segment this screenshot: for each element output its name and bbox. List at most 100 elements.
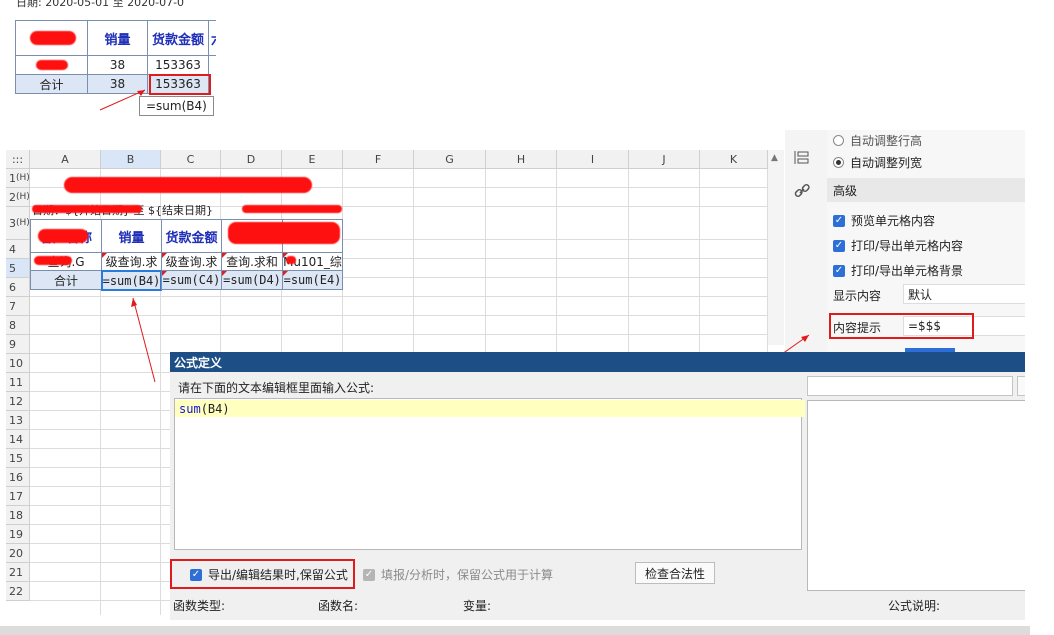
radio-label: 自动调整列宽 bbox=[850, 156, 923, 170]
cell-marker bbox=[102, 253, 107, 258]
col-header-k[interactable]: K bbox=[700, 150, 768, 169]
col-header-d[interactable]: D bbox=[221, 150, 282, 169]
row-number: 7 bbox=[9, 299, 16, 313]
row-header-19[interactable]: 19 bbox=[6, 525, 30, 544]
row-header-3[interactable]: 3 (H) bbox=[6, 207, 30, 240]
row-header-13[interactable]: 13 bbox=[6, 411, 30, 430]
formula-editor[interactable]: sum (B4) bbox=[174, 398, 805, 550]
header-cell-c3[interactable]: 货款金额 bbox=[161, 219, 222, 253]
function-search-input[interactable] bbox=[807, 376, 1013, 396]
layout-icon[interactable] bbox=[793, 150, 811, 166]
radio-auto-row-height[interactable]: 自动调整行高 bbox=[833, 132, 922, 149]
preview-header-cut: 六 bbox=[208, 20, 216, 56]
row-header-11[interactable]: 11 bbox=[6, 373, 30, 392]
preview-header-sales: 销量 bbox=[87, 20, 148, 56]
redaction-mark bbox=[30, 31, 76, 45]
redaction-mark bbox=[36, 60, 68, 70]
redaction-mark bbox=[242, 205, 342, 213]
col-header-c[interactable]: C bbox=[161, 150, 221, 169]
col-header-f[interactable]: F bbox=[343, 150, 414, 169]
link-icon[interactable] bbox=[793, 182, 811, 200]
row-marker: (H) bbox=[16, 173, 30, 183]
col-header-a[interactable]: A bbox=[30, 150, 101, 169]
cell-e5[interactable]: =sum(E4) bbox=[282, 270, 343, 290]
header-cell-b3[interactable]: 销量 bbox=[101, 219, 162, 253]
row-header-18[interactable]: 18 bbox=[6, 506, 30, 525]
row-number: 14 bbox=[9, 432, 23, 446]
section-advanced[interactable]: 高级 bbox=[827, 178, 1030, 202]
row-number: 6 bbox=[9, 280, 16, 294]
row-header-7[interactable]: 7 bbox=[6, 297, 30, 316]
cell-marker bbox=[162, 253, 167, 258]
cell-a5[interactable]: 合计 bbox=[30, 270, 102, 290]
preview-date-line: 日期: 2020-05-01 至 2020-07-0 bbox=[16, 0, 185, 9]
redaction-mark bbox=[34, 256, 72, 265]
checkbox-label: 打印/导出单元格内容 bbox=[851, 239, 964, 253]
checkbox-print-content[interactable]: ✓ 打印/导出单元格内容 bbox=[833, 237, 963, 254]
row-number: 11 bbox=[9, 375, 23, 389]
cell-marker bbox=[222, 271, 227, 276]
annotation-arrow-1 bbox=[99, 89, 146, 111]
row-header-8[interactable]: 8 bbox=[6, 316, 30, 335]
cell-c4[interactable]: 级查询.求 bbox=[161, 252, 222, 271]
row-header-21[interactable]: 21 bbox=[6, 563, 30, 582]
row-header-16[interactable]: 16 bbox=[6, 468, 30, 487]
cell-b5-active[interactable]: =sum(B4) bbox=[101, 270, 162, 291]
row-number: 15 bbox=[9, 451, 23, 465]
col-header-i[interactable]: I bbox=[557, 150, 629, 169]
radio-indicator[interactable] bbox=[833, 157, 844, 168]
row-header-15[interactable]: 15 bbox=[6, 449, 30, 468]
col-header-b[interactable]: B bbox=[101, 150, 161, 169]
col-header-g[interactable]: G bbox=[414, 150, 486, 169]
formula-line[interactable]: sum (B4) bbox=[175, 400, 805, 417]
footer-formula-desc: 公式说明: bbox=[888, 599, 941, 613]
radio-indicator[interactable] bbox=[833, 135, 844, 146]
cell-c5[interactable]: =sum(C4) bbox=[161, 270, 222, 290]
radio-auto-col-width[interactable]: 自动调整列宽 bbox=[833, 154, 922, 171]
row-number: 8 bbox=[9, 318, 16, 332]
sheet-scrollbar[interactable]: ▲ bbox=[768, 150, 784, 345]
row-header-2[interactable]: 2 (H) bbox=[6, 188, 30, 207]
annotation-arrow-2 bbox=[131, 297, 156, 383]
row-number: 3 bbox=[9, 216, 16, 230]
checkbox-preview-content[interactable]: ✓ 预览单元格内容 bbox=[833, 212, 935, 229]
row-number: 16 bbox=[9, 470, 23, 484]
function-preview-area[interactable] bbox=[807, 400, 1025, 591]
row-header-6[interactable]: 6 bbox=[6, 278, 30, 297]
row-number: 13 bbox=[9, 413, 23, 427]
row-header-12[interactable]: 12 bbox=[6, 392, 30, 411]
row-header-20[interactable]: 20 bbox=[6, 544, 30, 563]
display-content-select[interactable]: 默认 bbox=[903, 284, 1030, 304]
row-header-5[interactable]: 5 bbox=[6, 259, 30, 278]
col-header-h[interactable]: H bbox=[486, 150, 557, 169]
cell-b4[interactable]: 级查询.求 bbox=[101, 252, 162, 271]
preview-header-customer bbox=[15, 20, 88, 56]
row-number: 10 bbox=[9, 356, 23, 370]
row-header-1[interactable]: 1 (H) bbox=[6, 169, 30, 188]
row-header-10[interactable]: 10 bbox=[6, 354, 30, 373]
row-number: 18 bbox=[9, 508, 23, 522]
checkbox-label: 打印/导出单元格背景 bbox=[851, 264, 964, 278]
panel-toolbar bbox=[785, 130, 827, 352]
search-button[interactable] bbox=[1017, 376, 1025, 396]
row-header-9[interactable]: 9 bbox=[6, 335, 30, 354]
row-header-4[interactable]: 4 bbox=[6, 240, 30, 259]
cell-d5[interactable]: =sum(D4) bbox=[221, 270, 283, 290]
row-header-14[interactable]: 14 bbox=[6, 430, 30, 449]
row-header-17[interactable]: 17 bbox=[6, 487, 30, 506]
row-header-22[interactable]: 22 bbox=[6, 582, 30, 601]
check-icon[interactable]: ✓ bbox=[833, 239, 845, 252]
check-icon[interactable]: ✓ bbox=[833, 264, 845, 277]
col-header-e[interactable]: E bbox=[282, 150, 343, 169]
grid-corner[interactable]: ::: bbox=[6, 150, 30, 169]
col-header-j[interactable]: J bbox=[629, 150, 700, 169]
row-number: 5 bbox=[9, 261, 16, 275]
cell-marker bbox=[283, 271, 288, 276]
scroll-up-icon[interactable]: ▲ bbox=[771, 153, 778, 163]
checkbox-print-background[interactable]: ✓ 打印/导出单元格背景 bbox=[833, 262, 963, 279]
cell-d4[interactable]: 查询.求和 bbox=[221, 252, 283, 271]
highlight-box-preview bbox=[149, 74, 211, 95]
window-bottom-bar bbox=[0, 626, 1030, 635]
check-icon[interactable]: ✓ bbox=[833, 214, 845, 227]
check-validity-button[interactable]: 检查合法性 bbox=[635, 562, 715, 584]
